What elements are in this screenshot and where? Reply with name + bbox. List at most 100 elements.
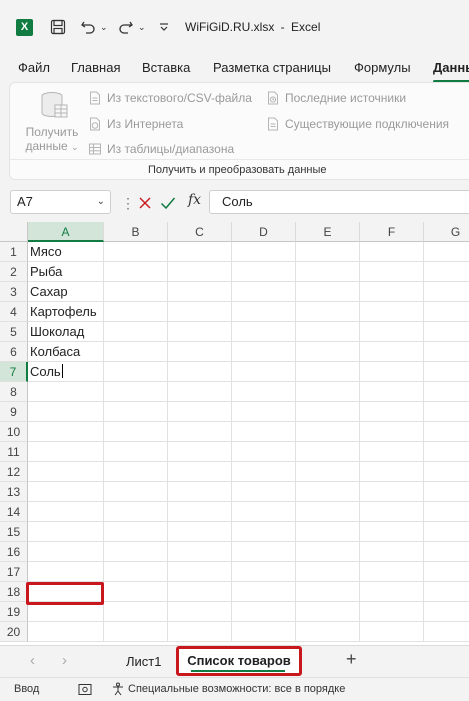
cell-a15[interactable] [28,522,104,542]
row-header-15[interactable]: 15 [0,522,28,542]
recent-sources-button[interactable]: Последние источники [266,91,406,105]
row-header-2[interactable]: 2 [0,262,28,282]
cell-a4[interactable]: Картофель [28,302,104,322]
tab-data[interactable]: Данные [433,60,469,75]
spreadsheet-grid[interactable]: A B C D E F G 1 Мясо 2 Рыба 3 Сахар 4 Картофель 5 Шокола… [0,222,469,645]
cell-b14[interactable] [104,502,168,522]
cell-c1[interactable] [168,242,232,262]
cell-b2[interactable] [104,262,168,282]
cell-g2[interactable] [424,262,469,282]
cell-g6[interactable] [424,342,469,362]
undo-icon[interactable] [80,16,96,38]
cell-g12[interactable] [424,462,469,482]
cell-c15[interactable] [168,522,232,542]
cell-e4[interactable] [296,302,360,322]
cell-d1[interactable] [232,242,296,262]
row-header-14[interactable]: 14 [0,502,28,522]
chevron-down-icon[interactable]: ⌄ [97,191,105,213]
row-header-1[interactable]: 1 [0,242,28,262]
cell-f4[interactable] [360,302,424,322]
cell-g8[interactable] [424,382,469,402]
cell-d3[interactable] [232,282,296,302]
cell-b4[interactable] [104,302,168,322]
cell-b19[interactable] [104,602,168,622]
row-header-17[interactable]: 17 [0,562,28,582]
insert-function-icon[interactable]: fx [188,192,201,208]
cell-g11[interactable] [424,442,469,462]
sheet-tab-list1[interactable]: Лист1 [126,654,161,669]
from-table-button[interactable]: Из таблицы/диапазона [88,142,234,156]
cell-d18[interactable] [232,582,296,602]
cell-f11[interactable] [360,442,424,462]
cell-d9[interactable] [232,402,296,422]
cell-f14[interactable] [360,502,424,522]
cell-c13[interactable] [168,482,232,502]
next-sheet-icon[interactable]: › [62,652,67,669]
cell-c14[interactable] [168,502,232,522]
cell-a16[interactable] [28,542,104,562]
cell-d6[interactable] [232,342,296,362]
cell-b12[interactable] [104,462,168,482]
cell-d8[interactable] [232,382,296,402]
cell-e14[interactable] [296,502,360,522]
row-header-12[interactable]: 12 [0,462,28,482]
cell-d7[interactable] [232,362,296,382]
cell-g15[interactable] [424,522,469,542]
cell-g10[interactable] [424,422,469,442]
cell-a3[interactable]: Сахар [28,282,104,302]
row-header-3[interactable]: 3 [0,282,28,302]
cell-g3[interactable] [424,282,469,302]
row-header-7[interactable]: 7 [0,362,28,382]
cell-g16[interactable] [424,542,469,562]
cell-c19[interactable] [168,602,232,622]
cell-a6[interactable]: Колбаса [28,342,104,362]
customize-toolbar-icon[interactable] [158,16,170,38]
cell-f3[interactable] [360,282,424,302]
tab-insert[interactable]: Вставка [142,60,190,75]
cell-b13[interactable] [104,482,168,502]
cell-e5[interactable] [296,322,360,342]
cell-c8[interactable] [168,382,232,402]
tab-formulas[interactable]: Формулы [354,60,411,75]
cancel-entry-icon[interactable] [138,194,152,212]
cell-e6[interactable] [296,342,360,362]
cell-f20[interactable] [360,622,424,642]
cell-c10[interactable] [168,422,232,442]
cell-c17[interactable] [168,562,232,582]
cell-d17[interactable] [232,562,296,582]
from-text-csv-button[interactable]: Из текстового/CSV-файла [88,91,252,105]
cell-b20[interactable] [104,622,168,642]
cell-d5[interactable] [232,322,296,342]
cell-d2[interactable] [232,262,296,282]
cell-d15[interactable] [232,522,296,542]
cell-e7[interactable] [296,362,360,382]
row-header-9[interactable]: 9 [0,402,28,422]
cell-e9[interactable] [296,402,360,422]
cell-c3[interactable] [168,282,232,302]
cell-f5[interactable] [360,322,424,342]
cell-g5[interactable] [424,322,469,342]
cell-g1[interactable] [424,242,469,262]
column-header-f[interactable]: F [360,222,424,242]
row-header-18[interactable]: 18 [0,582,28,602]
row-header-4[interactable]: 4 [0,302,28,322]
cell-e17[interactable] [296,562,360,582]
cell-e10[interactable] [296,422,360,442]
column-header-d[interactable]: D [232,222,296,242]
cell-e13[interactable] [296,482,360,502]
cell-c6[interactable] [168,342,232,362]
cell-f10[interactable] [360,422,424,442]
cell-g20[interactable] [424,622,469,642]
cell-g14[interactable] [424,502,469,522]
cell-e16[interactable] [296,542,360,562]
cell-d14[interactable] [232,502,296,522]
redo-icon[interactable] [118,16,134,38]
cell-f18[interactable] [360,582,424,602]
cell-d20[interactable] [232,622,296,642]
cell-e19[interactable] [296,602,360,622]
cell-f19[interactable] [360,602,424,622]
cell-g17[interactable] [424,562,469,582]
cell-b16[interactable] [104,542,168,562]
column-header-e[interactable]: E [296,222,360,242]
tab-file[interactable]: Файл [18,60,50,75]
